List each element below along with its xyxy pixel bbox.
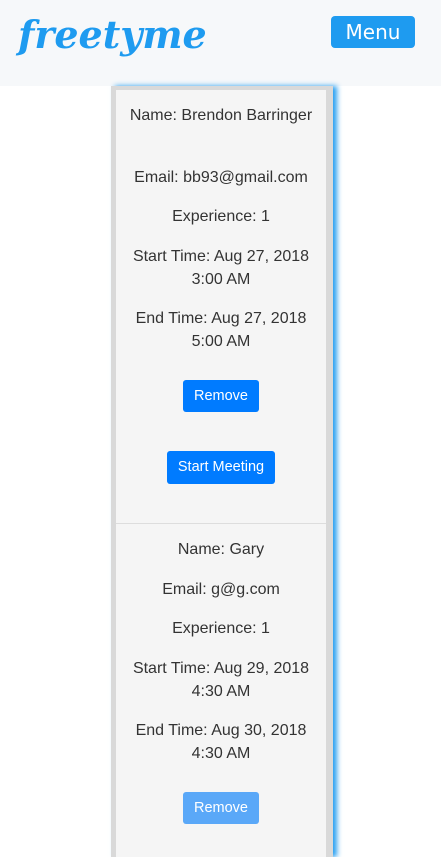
remove-button[interactable]: Remove: [183, 380, 259, 412]
entry-start-time: Start Time: Aug 29, 2018 4:30 AM: [132, 660, 310, 700]
entry-email: Email: g@g.com: [162, 581, 280, 598]
entry-name: Name: Gary: [177, 541, 265, 558]
menu-button[interactable]: Menu: [331, 16, 415, 48]
entry-end-time: End Time: Aug 30, 2018 4:30 AM: [135, 722, 307, 762]
meetings-list: Name: Brendon Barringer Email: bb93@gmai…: [116, 90, 326, 857]
entry-end-time: End Time: Aug 27, 2018 5:00 AM: [135, 310, 307, 350]
freetyme-logo[interactable]: freetyme: [18, 10, 207, 60]
entry-experience: Experience: 1: [172, 620, 270, 637]
entry-name: Name: Brendon Barringer: [129, 107, 313, 124]
top-navbar: freetyme Menu: [0, 0, 441, 86]
remove-button[interactable]: Remove: [183, 792, 259, 824]
meetings-list-panel: Name: Brendon Barringer Email: bb93@gmai…: [111, 86, 333, 857]
entry-experience: Experience: 1: [172, 208, 270, 225]
entry-start-time: Start Time: Aug 27, 2018 3:00 AM: [132, 248, 310, 288]
start-meeting-button[interactable]: Start Meeting: [167, 451, 275, 484]
entry-email: Email: bb93@gmail.com: [134, 169, 308, 186]
entry-divider: [116, 523, 326, 524]
